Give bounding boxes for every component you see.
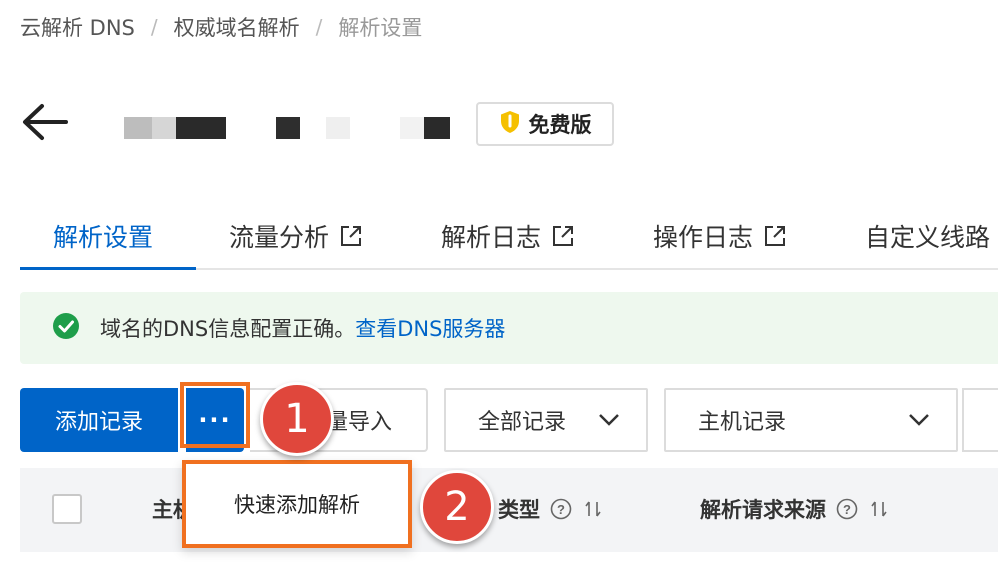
tab-traffic-analysis[interactable]: 流量分析 xyxy=(229,206,363,266)
step-2-marker: 2 xyxy=(420,470,494,544)
select-all-checkbox[interactable] xyxy=(52,494,82,524)
success-check-icon xyxy=(52,312,80,345)
chevron-down-icon xyxy=(909,414,929,426)
alert-text: 域名的DNS信息配置正确。 xyxy=(100,317,356,341)
search-input[interactable] xyxy=(962,388,998,452)
external-link-icon xyxy=(553,226,574,246)
help-icon[interactable]: ? xyxy=(550,498,572,520)
back-arrow-icon[interactable] xyxy=(20,100,70,144)
step-1-marker: 1 xyxy=(260,382,334,456)
sort-icon[interactable] xyxy=(868,498,890,520)
tab-custom-lines[interactable]: 自定义线路 xyxy=(865,206,990,266)
add-record-button[interactable]: 添加记录 xyxy=(20,388,178,452)
tab-label: 流量分析 xyxy=(229,223,330,252)
chevron-down-icon xyxy=(599,414,619,426)
tab-label: 操作日志 xyxy=(653,223,754,252)
svg-text:?: ? xyxy=(557,502,565,517)
breadcrumb: 云解析 DNS / 权威域名解析 / 解析设置 xyxy=(20,12,422,42)
tab-label: 解析日志 xyxy=(441,223,542,252)
tab-resolution-log[interactable]: 解析日志 xyxy=(441,206,575,266)
tab-label: 解析设置 xyxy=(53,223,154,252)
tab-operation-log[interactable]: 操作日志 xyxy=(653,206,787,266)
shield-icon xyxy=(499,110,521,139)
active-tab-indicator xyxy=(20,267,196,270)
sort-icon[interactable] xyxy=(582,498,604,520)
breadcrumb-item-authoritative[interactable]: 权威域名解析 xyxy=(174,12,300,42)
column-type: 类型 ? xyxy=(498,494,604,524)
badge-label: 免费版 xyxy=(528,113,592,137)
more-button-highlight xyxy=(180,382,250,448)
record-filter-value: 全部记录 xyxy=(478,410,567,435)
dns-status-alert: 域名的DNS信息配置正确。查看DNS服务器 xyxy=(20,292,998,364)
breadcrumb-separator: / xyxy=(315,15,323,39)
help-icon[interactable]: ? xyxy=(836,498,858,520)
view-dns-servers-link[interactable]: 查看DNS服务器 xyxy=(355,317,505,341)
tab-resolution-settings[interactable]: 解析设置 xyxy=(53,206,153,266)
column-source-label: 解析请求来源 xyxy=(700,498,826,522)
record-filter-select[interactable]: 全部记录 xyxy=(444,388,648,452)
external-link-icon xyxy=(765,226,786,246)
free-edition-badge: 免费版 xyxy=(476,102,614,146)
breadcrumb-item-dns[interactable]: 云解析 DNS xyxy=(20,12,135,42)
column-type-label: 类型 xyxy=(498,498,540,522)
external-link-icon xyxy=(341,226,362,246)
quick-add-resolution-menu-item[interactable]: 快速添加解析 xyxy=(182,460,412,548)
tab-bar: 解析设置 流量分析 解析日志 操作日志 自定义线路 xyxy=(20,206,998,270)
tab-label: 自定义线路 xyxy=(865,223,991,252)
host-record-select[interactable]: 主机记录 xyxy=(664,388,958,452)
breadcrumb-item-current: 解析设置 xyxy=(338,16,423,40)
column-request-source: 解析请求来源 ? xyxy=(700,494,890,524)
breadcrumb-separator: / xyxy=(150,15,158,39)
host-record-value: 主机记录 xyxy=(698,410,787,435)
svg-text:?: ? xyxy=(843,502,851,517)
